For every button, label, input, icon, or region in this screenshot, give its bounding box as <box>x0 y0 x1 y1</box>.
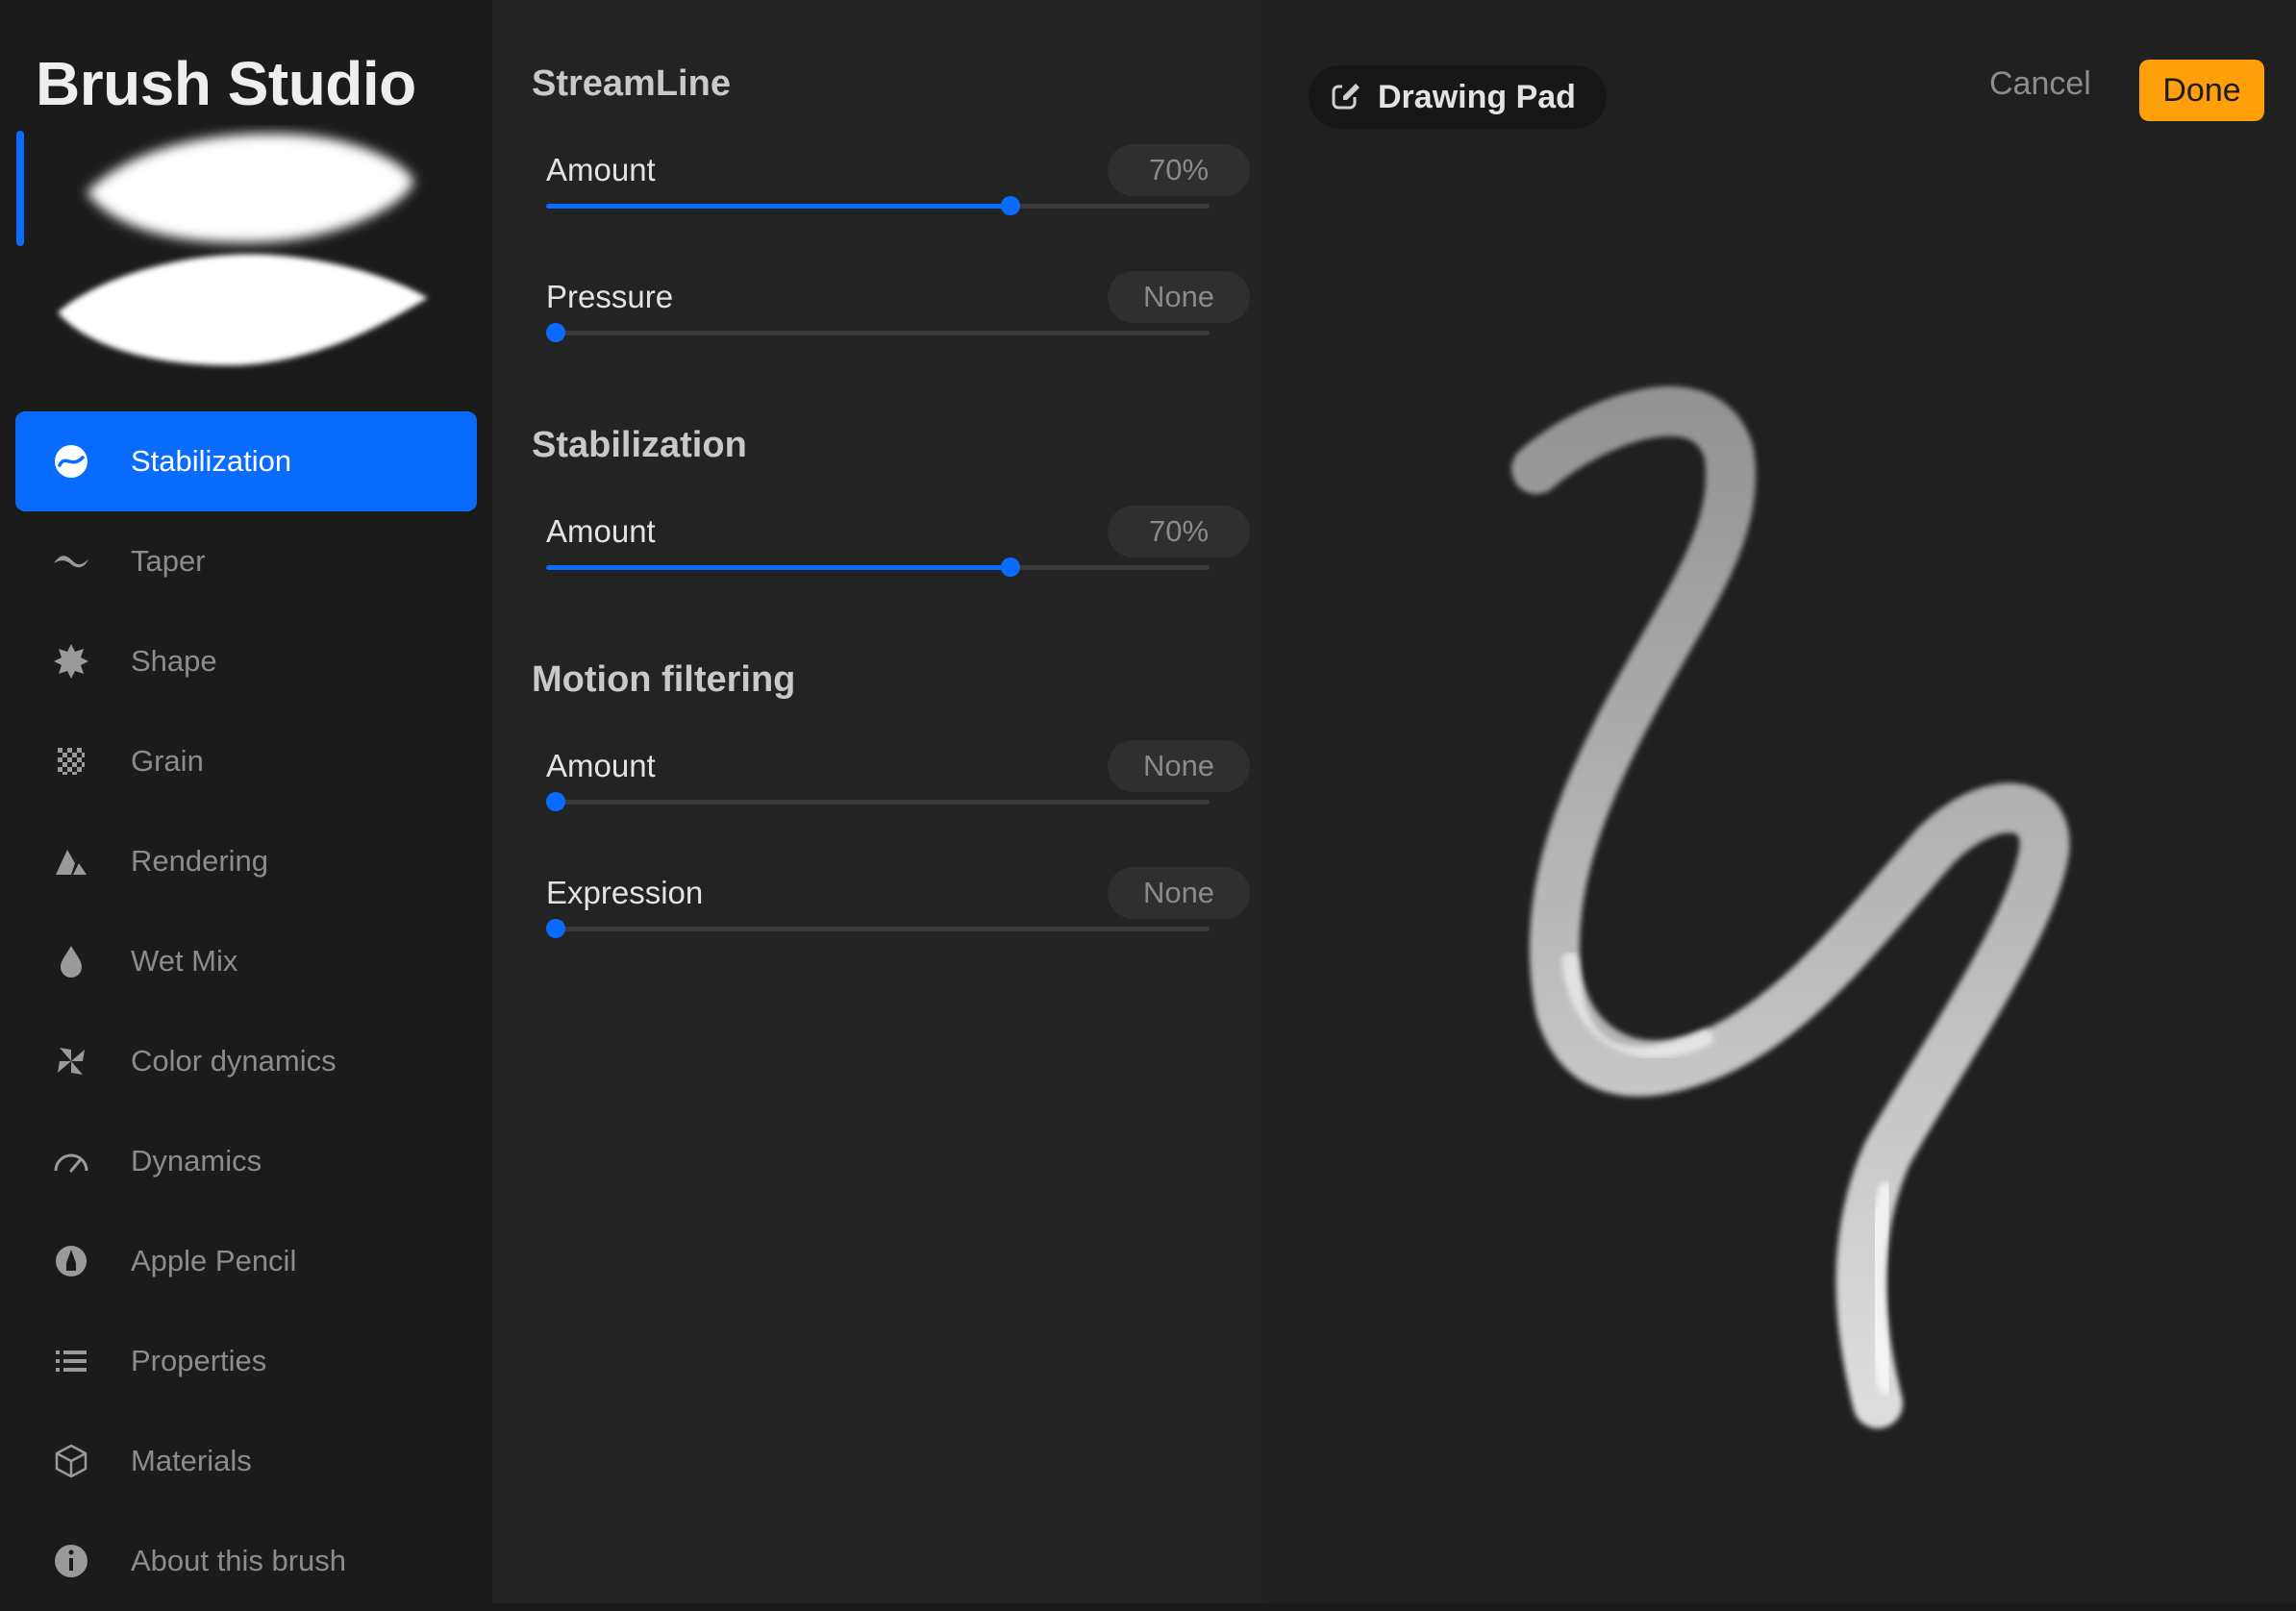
streamline-amount-slider[interactable] <box>546 196 1210 215</box>
sidebar-item-label: Materials <box>131 1444 252 1477</box>
streamline-amount-value[interactable]: 70% <box>1108 144 1250 196</box>
color-dynamics-icon <box>46 1036 96 1086</box>
sidebar-item-label: Stabilization <box>131 444 292 478</box>
shape-icon <box>46 636 96 686</box>
sidebar-item-label: Dynamics <box>131 1144 262 1177</box>
brush-stroke <box>1511 386 2070 1428</box>
sidebar-item-wet-mix[interactable]: Wet Mix <box>15 911 477 1011</box>
setting-label: Expression <box>546 875 704 910</box>
dynamics-icon <box>46 1136 96 1186</box>
brush-preview-indicator <box>16 131 24 246</box>
rendering-icon <box>46 836 96 886</box>
sidebar-item-label: Taper <box>131 544 206 578</box>
sidebar-item-dynamics[interactable]: Dynamics <box>15 1111 477 1211</box>
stabilization-amount-value[interactable]: 70% <box>1108 506 1250 558</box>
stabilization-icon <box>46 436 96 486</box>
stabilization-amount-setting: Amount 70% <box>546 506 1250 590</box>
sidebar-item-label: Wet Mix <box>131 944 238 978</box>
sidebar-item-stabilization[interactable]: Stabilization <box>15 411 477 511</box>
sidebar-item-label: About this brush <box>131 1544 347 1577</box>
sidebar-item-label: Apple Pencil <box>131 1244 297 1277</box>
slider-thumb[interactable] <box>546 792 565 811</box>
sidebar-item-label: Grain <box>131 744 204 778</box>
streamline-pressure-setting: Pressure None <box>546 271 1250 356</box>
sidebar-item-label: Properties <box>131 1344 267 1377</box>
grain-icon <box>46 736 96 786</box>
sidebar-item-label: Color dynamics <box>131 1044 337 1078</box>
sidebar: Brush Studio Stabilization Taper Shape G… <box>0 0 492 1603</box>
setting-label: Amount <box>546 748 656 783</box>
sidebar-item-about[interactable]: About this brush <box>15 1511 477 1611</box>
slider-thumb[interactable] <box>546 919 565 938</box>
slider-thumb[interactable] <box>1001 558 1020 577</box>
sidebar-item-properties[interactable]: Properties <box>15 1311 477 1411</box>
motion-filtering-amount-setting: Amount None <box>546 740 1250 825</box>
motion-filtering-expression-setting: Expression None <box>546 867 1250 952</box>
sidebar-item-label: Shape <box>131 644 217 678</box>
slider-thumb[interactable] <box>546 323 565 342</box>
section-title-motion-filtering: Motion filtering <box>532 659 796 700</box>
slider-thumb[interactable] <box>1001 196 1020 215</box>
section-title-stabilization: Stabilization <box>532 425 747 465</box>
setting-label: Amount <box>546 513 656 549</box>
sidebar-item-taper[interactable]: Taper <box>15 511 477 611</box>
sidebar-item-materials[interactable]: Materials <box>15 1411 477 1511</box>
wet-mix-icon <box>46 936 96 986</box>
sidebar-item-grain[interactable]: Grain <box>15 711 477 811</box>
streamline-pressure-slider[interactable] <box>546 323 1210 342</box>
sidebar-item-apple-pencil[interactable]: Apple Pencil <box>15 1211 477 1311</box>
sidebar-item-rendering[interactable]: Rendering <box>15 811 477 911</box>
app-title: Brush Studio <box>36 49 416 118</box>
stabilization-amount-slider[interactable] <box>546 558 1210 577</box>
properties-icon <box>46 1336 96 1386</box>
settings-panel: StreamLine Amount 70% Pressure None Stab… <box>492 0 1262 1603</box>
motion-filtering-amount-slider[interactable] <box>546 792 1210 811</box>
drawing-pad[interactable]: Drawing Pad Cancel Done <box>1262 0 2296 1603</box>
sidebar-item-color-dynamics[interactable]: Color dynamics <box>15 1011 477 1111</box>
streamline-pressure-value[interactable]: None <box>1108 271 1250 323</box>
section-title-streamline: StreamLine <box>532 63 731 104</box>
slider-fill <box>546 204 1011 209</box>
brush-preview[interactable] <box>48 125 442 375</box>
info-icon <box>46 1536 96 1586</box>
slider-fill <box>546 565 1011 570</box>
setting-label: Pressure <box>546 279 674 314</box>
apple-pencil-icon <box>46 1236 96 1286</box>
materials-icon <box>46 1436 96 1486</box>
sidebar-nav: Stabilization Taper Shape Grain Renderin… <box>15 411 477 1611</box>
setting-label: Amount <box>546 152 656 187</box>
sidebar-item-label: Rendering <box>131 844 269 878</box>
streamline-amount-setting: Amount 70% <box>546 144 1250 229</box>
taper-icon <box>46 536 96 586</box>
motion-filtering-expression-slider[interactable] <box>546 919 1210 938</box>
motion-filtering-expression-value[interactable]: None <box>1108 867 1250 919</box>
sidebar-item-shape[interactable]: Shape <box>15 611 477 711</box>
motion-filtering-amount-value[interactable]: None <box>1108 740 1250 792</box>
